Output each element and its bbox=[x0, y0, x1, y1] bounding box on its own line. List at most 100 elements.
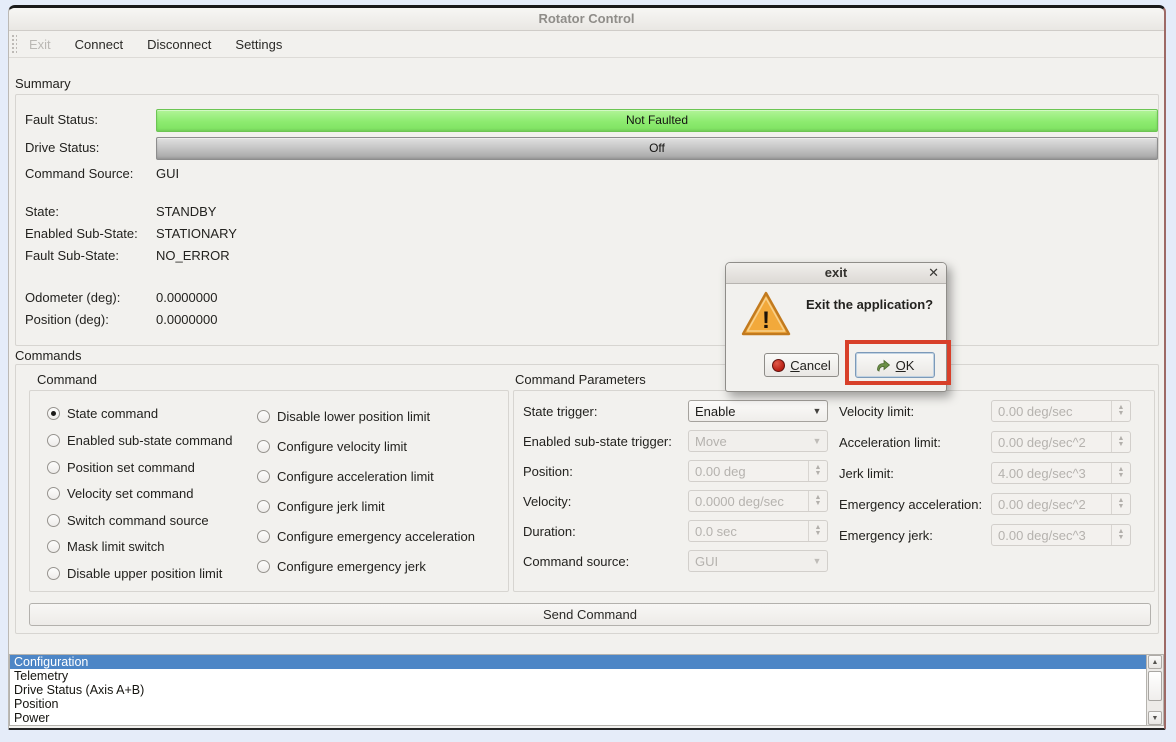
jerk-limit-value: 4.00 deg/sec^3 bbox=[992, 466, 1111, 481]
radio-dot bbox=[257, 500, 270, 513]
radio-velocity-set-command[interactable]: Velocity set command bbox=[47, 485, 193, 501]
scrollbar[interactable]: ▲ ▼ bbox=[1146, 655, 1163, 725]
spin-down-icon: ▼ bbox=[1118, 535, 1125, 541]
spinner-buttons: ▲▼ bbox=[1111, 432, 1130, 452]
command-source-label: Command Source: bbox=[25, 166, 133, 181]
spinner-buttons: ▲▼ bbox=[1111, 463, 1130, 483]
radio-switch-command-source[interactable]: Switch command source bbox=[47, 512, 209, 528]
radio-dot bbox=[47, 461, 60, 474]
command-source-param-label: Command source: bbox=[523, 554, 629, 569]
list-item-power[interactable]: Power bbox=[10, 711, 1163, 725]
radio-label: State command bbox=[67, 406, 158, 421]
cancel-button[interactable]: Cancel bbox=[764, 353, 839, 377]
enabled-substate-trigger-label: Enabled sub-state trigger: bbox=[523, 434, 672, 449]
menu-item-settings[interactable]: Settings bbox=[223, 33, 294, 56]
radio-label: Configure acceleration limit bbox=[277, 469, 434, 484]
radio-dot bbox=[257, 530, 270, 543]
spinner-buttons: ▲▼ bbox=[1111, 494, 1130, 514]
scrollbar-thumb[interactable] bbox=[1148, 671, 1162, 701]
position-label: Position (deg): bbox=[25, 312, 109, 327]
spinner-buttons: ▲▼ bbox=[1111, 525, 1130, 545]
radio-enabled-substate-command[interactable]: Enabled sub-state command bbox=[47, 432, 232, 448]
command-source-combo: GUI ▼ bbox=[688, 550, 828, 572]
velocity-spinbox: 0.0000 deg/sec ▲▼ bbox=[688, 490, 828, 512]
radio-state-command[interactable]: State command bbox=[47, 405, 158, 421]
list-item-position[interactable]: Position bbox=[10, 697, 1163, 711]
radio-disable-lower-position-limit[interactable]: Disable lower position limit bbox=[257, 408, 430, 424]
enabled-substate-value: STATIONARY bbox=[156, 226, 237, 241]
spin-down-icon: ▼ bbox=[1118, 473, 1125, 479]
panel-list: Configuration Telemetry Drive Status (Ax… bbox=[9, 654, 1164, 726]
spin-down-icon: ▼ bbox=[815, 471, 822, 477]
position-value: 0.0000000 bbox=[156, 312, 217, 327]
state-label: State: bbox=[25, 204, 59, 219]
list-item-configuration[interactable]: Configuration bbox=[10, 655, 1163, 669]
spin-down-icon: ▼ bbox=[1118, 442, 1125, 448]
list-item-drive-status[interactable]: Drive Status (Axis A+B) bbox=[10, 683, 1163, 697]
position-spinbox: 0.00 deg ▲▼ bbox=[688, 460, 828, 482]
emergency-jerk-value: 0.00 deg/sec^3 bbox=[992, 528, 1111, 543]
svg-text:!: ! bbox=[762, 307, 770, 334]
dialog-title: exit bbox=[825, 265, 847, 280]
menu-item-connect[interactable]: Connect bbox=[63, 33, 135, 56]
spinner-buttons: ▲▼ bbox=[1111, 401, 1130, 421]
radio-configure-acceleration-limit[interactable]: Configure acceleration limit bbox=[257, 468, 434, 484]
radio-position-set-command[interactable]: Position set command bbox=[47, 459, 195, 475]
fault-status-label: Fault Status: bbox=[25, 112, 98, 127]
spin-down-icon: ▼ bbox=[1118, 504, 1125, 510]
radio-dot bbox=[47, 567, 60, 580]
radio-label: Configure velocity limit bbox=[277, 439, 407, 454]
emergency-acceleration-value: 0.00 deg/sec^2 bbox=[992, 497, 1111, 512]
window-titlebar[interactable]: Rotator Control bbox=[9, 8, 1164, 31]
command-parameters-label: Command Parameters bbox=[515, 372, 646, 387]
enabled-substate-label: Enabled Sub-State: bbox=[25, 226, 138, 241]
scroll-down-icon[interactable]: ▼ bbox=[1148, 711, 1162, 725]
radio-configure-emergency-acceleration[interactable]: Configure emergency acceleration bbox=[257, 528, 475, 544]
warning-icon: ! bbox=[740, 289, 792, 339]
send-command-button[interactable]: Send Command bbox=[29, 603, 1151, 626]
velocity-param-value: 0.0000 deg/sec bbox=[689, 494, 808, 509]
close-icon[interactable]: ✕ bbox=[928, 263, 939, 283]
state-value: STANDBY bbox=[156, 204, 216, 219]
menu-item-exit: Exit bbox=[17, 33, 63, 56]
odometer-label: Odometer (deg): bbox=[25, 290, 120, 305]
menu-item-disconnect[interactable]: Disconnect bbox=[135, 33, 223, 56]
radio-dot bbox=[47, 407, 60, 420]
duration-spinbox: 0.0 sec ▲▼ bbox=[688, 520, 828, 542]
radio-dot bbox=[257, 470, 270, 483]
radio-configure-velocity-limit[interactable]: Configure velocity limit bbox=[257, 438, 407, 454]
fault-status-bar: Not Faulted bbox=[156, 109, 1158, 132]
commands-section-label: Commands bbox=[15, 348, 81, 363]
scroll-up-icon[interactable]: ▲ bbox=[1148, 655, 1162, 669]
list-item-telemetry[interactable]: Telemetry bbox=[10, 669, 1163, 683]
emergency-acceleration-spinbox: 0.00 deg/sec^2 ▲▼ bbox=[991, 493, 1131, 515]
radio-dot bbox=[47, 514, 60, 527]
velocity-param-label: Velocity: bbox=[523, 494, 571, 509]
spinner-buttons: ▲▼ bbox=[808, 491, 827, 511]
dialog-message: Exit the application? bbox=[806, 297, 933, 312]
command-source-value: GUI bbox=[156, 166, 179, 181]
emergency-acceleration-label: Emergency acceleration: bbox=[839, 497, 982, 512]
radio-dot bbox=[47, 487, 60, 500]
cancel-label: Cancel bbox=[790, 358, 830, 373]
radio-label: Disable upper position limit bbox=[67, 566, 222, 581]
state-trigger-combo[interactable]: Enable ▼ bbox=[688, 400, 828, 422]
radio-label: Velocity set command bbox=[67, 486, 193, 501]
spinner-buttons: ▲▼ bbox=[808, 461, 827, 481]
state-trigger-value: Enable bbox=[689, 404, 807, 419]
position-param-value: 0.00 deg bbox=[689, 464, 808, 479]
radio-dot bbox=[257, 560, 270, 573]
velocity-limit-spinbox: 0.00 deg/sec ▲▼ bbox=[991, 400, 1131, 422]
jerk-limit-spinbox: 4.00 deg/sec^3 ▲▼ bbox=[991, 462, 1131, 484]
radio-label: Switch command source bbox=[67, 513, 209, 528]
radio-mask-limit-switch[interactable]: Mask limit switch bbox=[47, 538, 165, 554]
radio-disable-upper-position-limit[interactable]: Disable upper position limit bbox=[47, 565, 222, 581]
radio-configure-jerk-limit[interactable]: Configure jerk limit bbox=[257, 498, 385, 514]
dialog-titlebar[interactable]: exit bbox=[726, 263, 946, 284]
cancel-icon bbox=[772, 359, 785, 372]
emergency-jerk-spinbox: 0.00 deg/sec^3 ▲▼ bbox=[991, 524, 1131, 546]
jerk-limit-label: Jerk limit: bbox=[839, 466, 894, 481]
radio-configure-emergency-jerk[interactable]: Configure emergency jerk bbox=[257, 558, 426, 574]
rotator-control-window: Rotator Control Exit Connect Disconnect … bbox=[8, 5, 1166, 730]
duration-label: Duration: bbox=[523, 524, 576, 539]
